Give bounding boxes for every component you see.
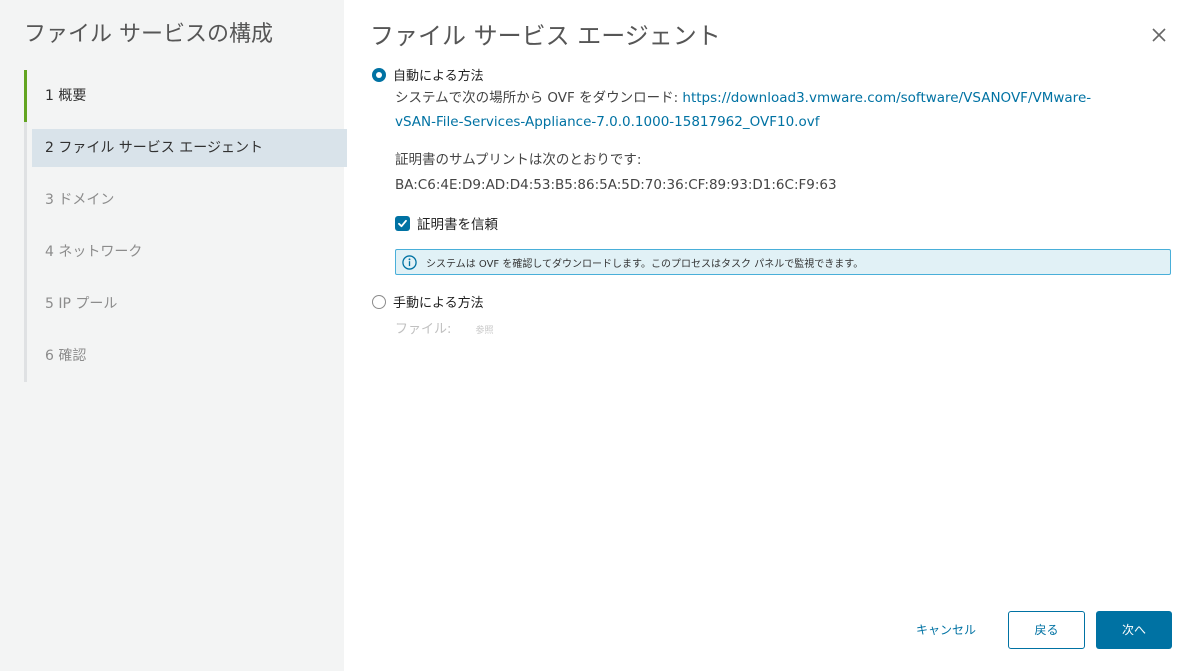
automatic-method-radio[interactable] [372,67,386,82]
automatic-method-label: 自動による方法 [393,69,484,84]
download-prefix: システムで次の場所から OVF をダウンロード: [395,90,683,106]
thumbprint-value: BA:C6:4E:D9:AD:D4:53:B5:86:5A:5D:70:36:C… [395,177,837,193]
info-circle-icon [402,254,417,270]
step-network[interactable]: 4 ネットワーク [32,233,347,271]
back-button[interactable]: 戻る [1008,611,1085,649]
automatic-method-option[interactable]: 自動による方法 [372,65,484,84]
close-icon [1152,28,1166,42]
manual-method-option[interactable]: 手動による方法 [372,292,484,311]
close-button[interactable] [1148,24,1170,46]
browse-button[interactable]: 参照 [476,326,494,336]
step-progress-indicator [24,70,27,122]
download-source-text: システムで次の場所から OVF をダウンロード: https://downloa… [395,87,1091,110]
page-title: ファイル サービス エージェント [370,22,721,50]
wizard-title: ファイル サービスの構成 [24,22,273,47]
check-icon [398,219,407,227]
file-label: ファイル: [395,322,452,337]
step-ip-pool[interactable]: 5 IP プール [32,285,347,323]
cancel-button[interactable]: キャンセル [902,612,990,648]
step-domain[interactable]: 3 ドメイン [32,181,347,219]
next-button[interactable]: 次へ [1096,611,1172,649]
step-review[interactable]: 6 確認 [32,337,347,375]
file-services-config-dialog: ファイル サービスの構成 1 概要 2 ファイル サービス エージェント 3 ド… [0,0,1200,671]
step-file-service-agent[interactable]: 2 ファイル サービス エージェント [32,129,347,167]
thumbprint-label: 証明書のサムプリントは次のとおりです: [395,152,642,168]
trust-certificate-label: 証明書を信頼 [417,217,498,233]
manual-method-label: 手動による方法 [393,296,484,311]
wizard-sidebar: ファイル サービスの構成 1 概要 2 ファイル サービス エージェント 3 ド… [0,0,347,671]
wizard-steps: 1 概要 2 ファイル サービス エージェント 3 ドメイン 4 ネットワーク … [24,70,347,382]
trust-certificate-option[interactable]: 証明書を信頼 [395,213,498,233]
download-url-link-continued[interactable]: vSAN-File-Services-Appliance-7.0.0.1000-… [395,111,819,134]
info-alert-text: システムは OVF を確認してダウンロードします。このプロセスはタスク パネルで… [426,258,864,270]
file-field-row: ファイル: 参照 [395,318,494,337]
manual-method-radio[interactable] [372,294,386,309]
trust-certificate-checkbox[interactable] [395,215,410,231]
step-overview[interactable]: 1 概要 [32,77,347,115]
download-url-link[interactable]: https://download3.vmware.com/software/VS… [682,90,1091,106]
info-alert: システムは OVF を確認してダウンロードします。このプロセスはタスク パネルで… [395,249,1171,275]
